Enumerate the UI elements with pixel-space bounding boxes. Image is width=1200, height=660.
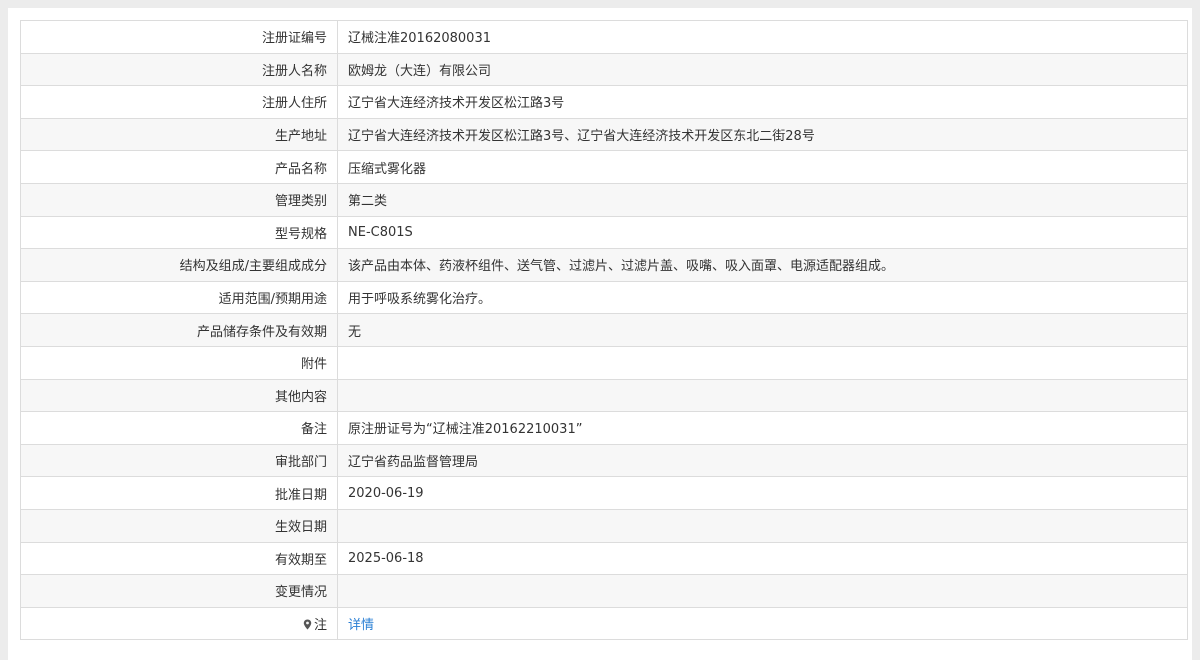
field-value — [337, 508, 1188, 543]
field-label: 变更情况 — [20, 574, 338, 608]
field-label: 注册人名称 — [20, 52, 338, 87]
table-row: 注册证编号 辽械注准20162080031 — [20, 20, 1188, 54]
detail-panel: 注册证编号 辽械注准20162080031 注册人名称 欧姆龙（大连）有限公司 … — [8, 8, 1192, 660]
table-row: 批准日期 2020-06-19 — [20, 476, 1188, 510]
field-value: 辽宁省大连经济技术开发区松江路3号、辽宁省大连经济技术开发区东北二街28号 — [337, 117, 1188, 152]
field-value: 原注册证号为“辽械注准20162210031” — [337, 411, 1188, 445]
note-label-cell: 注 — [20, 606, 338, 641]
note-row: 注 详情 — [20, 606, 1188, 641]
field-label: 管理类别 — [20, 182, 338, 217]
field-value: 辽宁省药品监督管理局 — [337, 443, 1188, 478]
field-value: 压缩式雾化器 — [337, 150, 1188, 184]
field-label: 审批部门 — [20, 443, 338, 478]
field-label: 型号规格 — [20, 215, 338, 250]
field-label: 产品储存条件及有效期 — [20, 313, 338, 347]
field-value: 辽械注准20162080031 — [337, 20, 1188, 54]
table-row: 其他内容 — [20, 378, 1188, 413]
note-label: 注 — [313, 617, 327, 633]
table-row: 附件 — [20, 345, 1188, 380]
field-label: 批准日期 — [20, 476, 338, 510]
table-row: 产品储存条件及有效期 无 — [20, 313, 1188, 347]
table-row: 产品名称 压缩式雾化器 — [20, 150, 1188, 184]
pin-icon — [303, 619, 312, 630]
field-label: 有效期至 — [20, 541, 338, 576]
table-row: 适用范围/预期用途 用于呼吸系统雾化治疗。 — [20, 280, 1188, 315]
field-value: 该产品由本体、药液杯组件、送气管、过滤片、过滤片盖、吸嘴、吸入面罩、电源适配器组… — [337, 248, 1188, 282]
field-value: NE-C801S — [337, 215, 1188, 250]
field-label: 注册证编号 — [20, 20, 338, 54]
field-label: 生效日期 — [20, 508, 338, 543]
field-value: 2025-06-18 — [337, 541, 1188, 576]
table-row: 有效期至 2025-06-18 — [20, 541, 1188, 576]
field-value: 欧姆龙（大连）有限公司 — [337, 52, 1188, 87]
field-label: 适用范围/预期用途 — [20, 280, 338, 315]
note-value-cell: 详情 — [337, 606, 1188, 641]
table-row: 审批部门 辽宁省药品监督管理局 — [20, 443, 1188, 478]
field-label: 备注 — [20, 411, 338, 445]
table-row: 备注 原注册证号为“辽械注准20162210031” — [20, 411, 1188, 445]
table-row: 生产地址 辽宁省大连经济技术开发区松江路3号、辽宁省大连经济技术开发区东北二街2… — [20, 117, 1188, 152]
table-row: 结构及组成/主要组成成分 该产品由本体、药液杯组件、送气管、过滤片、过滤片盖、吸… — [20, 248, 1188, 282]
table-row: 变更情况 — [20, 574, 1188, 608]
field-value — [337, 345, 1188, 380]
table-row: 注册人名称 欧姆龙（大连）有限公司 — [20, 52, 1188, 87]
field-label: 其他内容 — [20, 378, 338, 413]
field-value: 辽宁省大连经济技术开发区松江路3号 — [337, 85, 1188, 119]
field-value — [337, 378, 1188, 413]
details-link[interactable]: 详情 — [348, 618, 374, 633]
field-label: 注册人住所 — [20, 85, 338, 119]
field-label: 结构及组成/主要组成成分 — [20, 248, 338, 282]
field-value: 无 — [337, 313, 1188, 347]
field-value — [337, 574, 1188, 608]
field-label: 产品名称 — [20, 150, 338, 184]
table-row: 注册人住所 辽宁省大连经济技术开发区松江路3号 — [20, 85, 1188, 119]
field-value: 2020-06-19 — [337, 476, 1188, 510]
field-value: 用于呼吸系统雾化治疗。 — [337, 280, 1188, 315]
field-label: 附件 — [20, 345, 338, 380]
table-row: 型号规格 NE-C801S — [20, 215, 1188, 250]
table-row: 管理类别 第二类 — [20, 182, 1188, 217]
registration-detail-table: 注册证编号 辽械注准20162080031 注册人名称 欧姆龙（大连）有限公司 … — [20, 20, 1188, 641]
table-row: 生效日期 — [20, 508, 1188, 543]
field-value: 第二类 — [337, 182, 1188, 217]
field-label: 生产地址 — [20, 117, 338, 152]
